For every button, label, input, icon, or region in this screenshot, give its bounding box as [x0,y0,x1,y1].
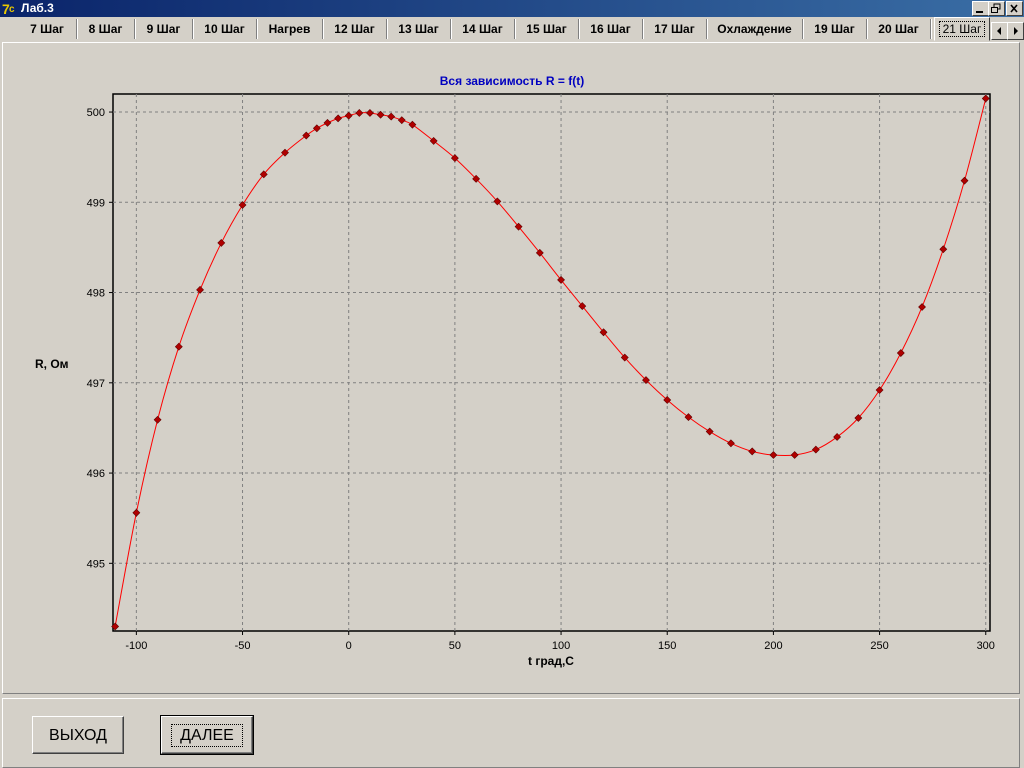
tab-strip: 7 Шаг 8 Шаг 9 Шаг 10 Шаг Нагрев 12 Шаг 1… [0,17,990,41]
tab-scroll-right-button[interactable] [1007,22,1024,40]
svg-text:c: c [9,4,15,15]
restore-icon [991,3,1001,13]
next-button[interactable]: ДАЛЕЕ [160,715,254,755]
tab-step-21[interactable]: 21 Шаг [934,17,990,41]
tab-cooling[interactable]: Охлаждение [707,19,803,39]
tab-step-13[interactable]: 13 Шаг [387,19,451,39]
tab-step-16[interactable]: 16 Шаг [579,19,643,39]
restore-button[interactable] [988,1,1005,16]
tab-step-21-label: 21 Шаг [938,21,986,37]
tab-step-7[interactable]: 7 Шаг [18,19,77,39]
tab-step-15[interactable]: 15 Шаг [515,19,579,39]
chart-panel [2,42,1020,694]
tab-step-20[interactable]: 20 Шаг [867,19,931,39]
tab-step-9[interactable]: 9 Шаг [135,19,193,39]
tab-step-14[interactable]: 14 Шаг [451,19,515,39]
minimize-icon [976,11,983,13]
tab-step-12[interactable]: 12 Шаг [323,19,387,39]
tab-step-19[interactable]: 19 Шаг [803,19,867,39]
tab-step-17[interactable]: 17 Шаг [643,19,707,39]
title-bar: 7 c Лаб.3 [0,0,1024,17]
next-button-label: ДАЛЕЕ [171,724,243,747]
minimize-button[interactable] [972,1,989,16]
tab-scroll-left-button[interactable] [991,22,1008,40]
arrow-left-icon [997,27,1001,35]
close-button[interactable] [1006,1,1023,16]
app-logo-icon: 7 c [2,1,15,16]
tab-step-10[interactable]: 10 Шаг [193,19,257,39]
tab-step-8[interactable]: 8 Шаг [77,19,135,39]
tab-heating[interactable]: Нагрев [257,19,323,39]
arrow-right-icon [1014,27,1018,35]
window-title: Лаб.3 [21,1,54,15]
close-icon [1010,4,1018,13]
button-panel [2,698,1020,768]
exit-button[interactable]: ВЫХОД [32,716,124,754]
